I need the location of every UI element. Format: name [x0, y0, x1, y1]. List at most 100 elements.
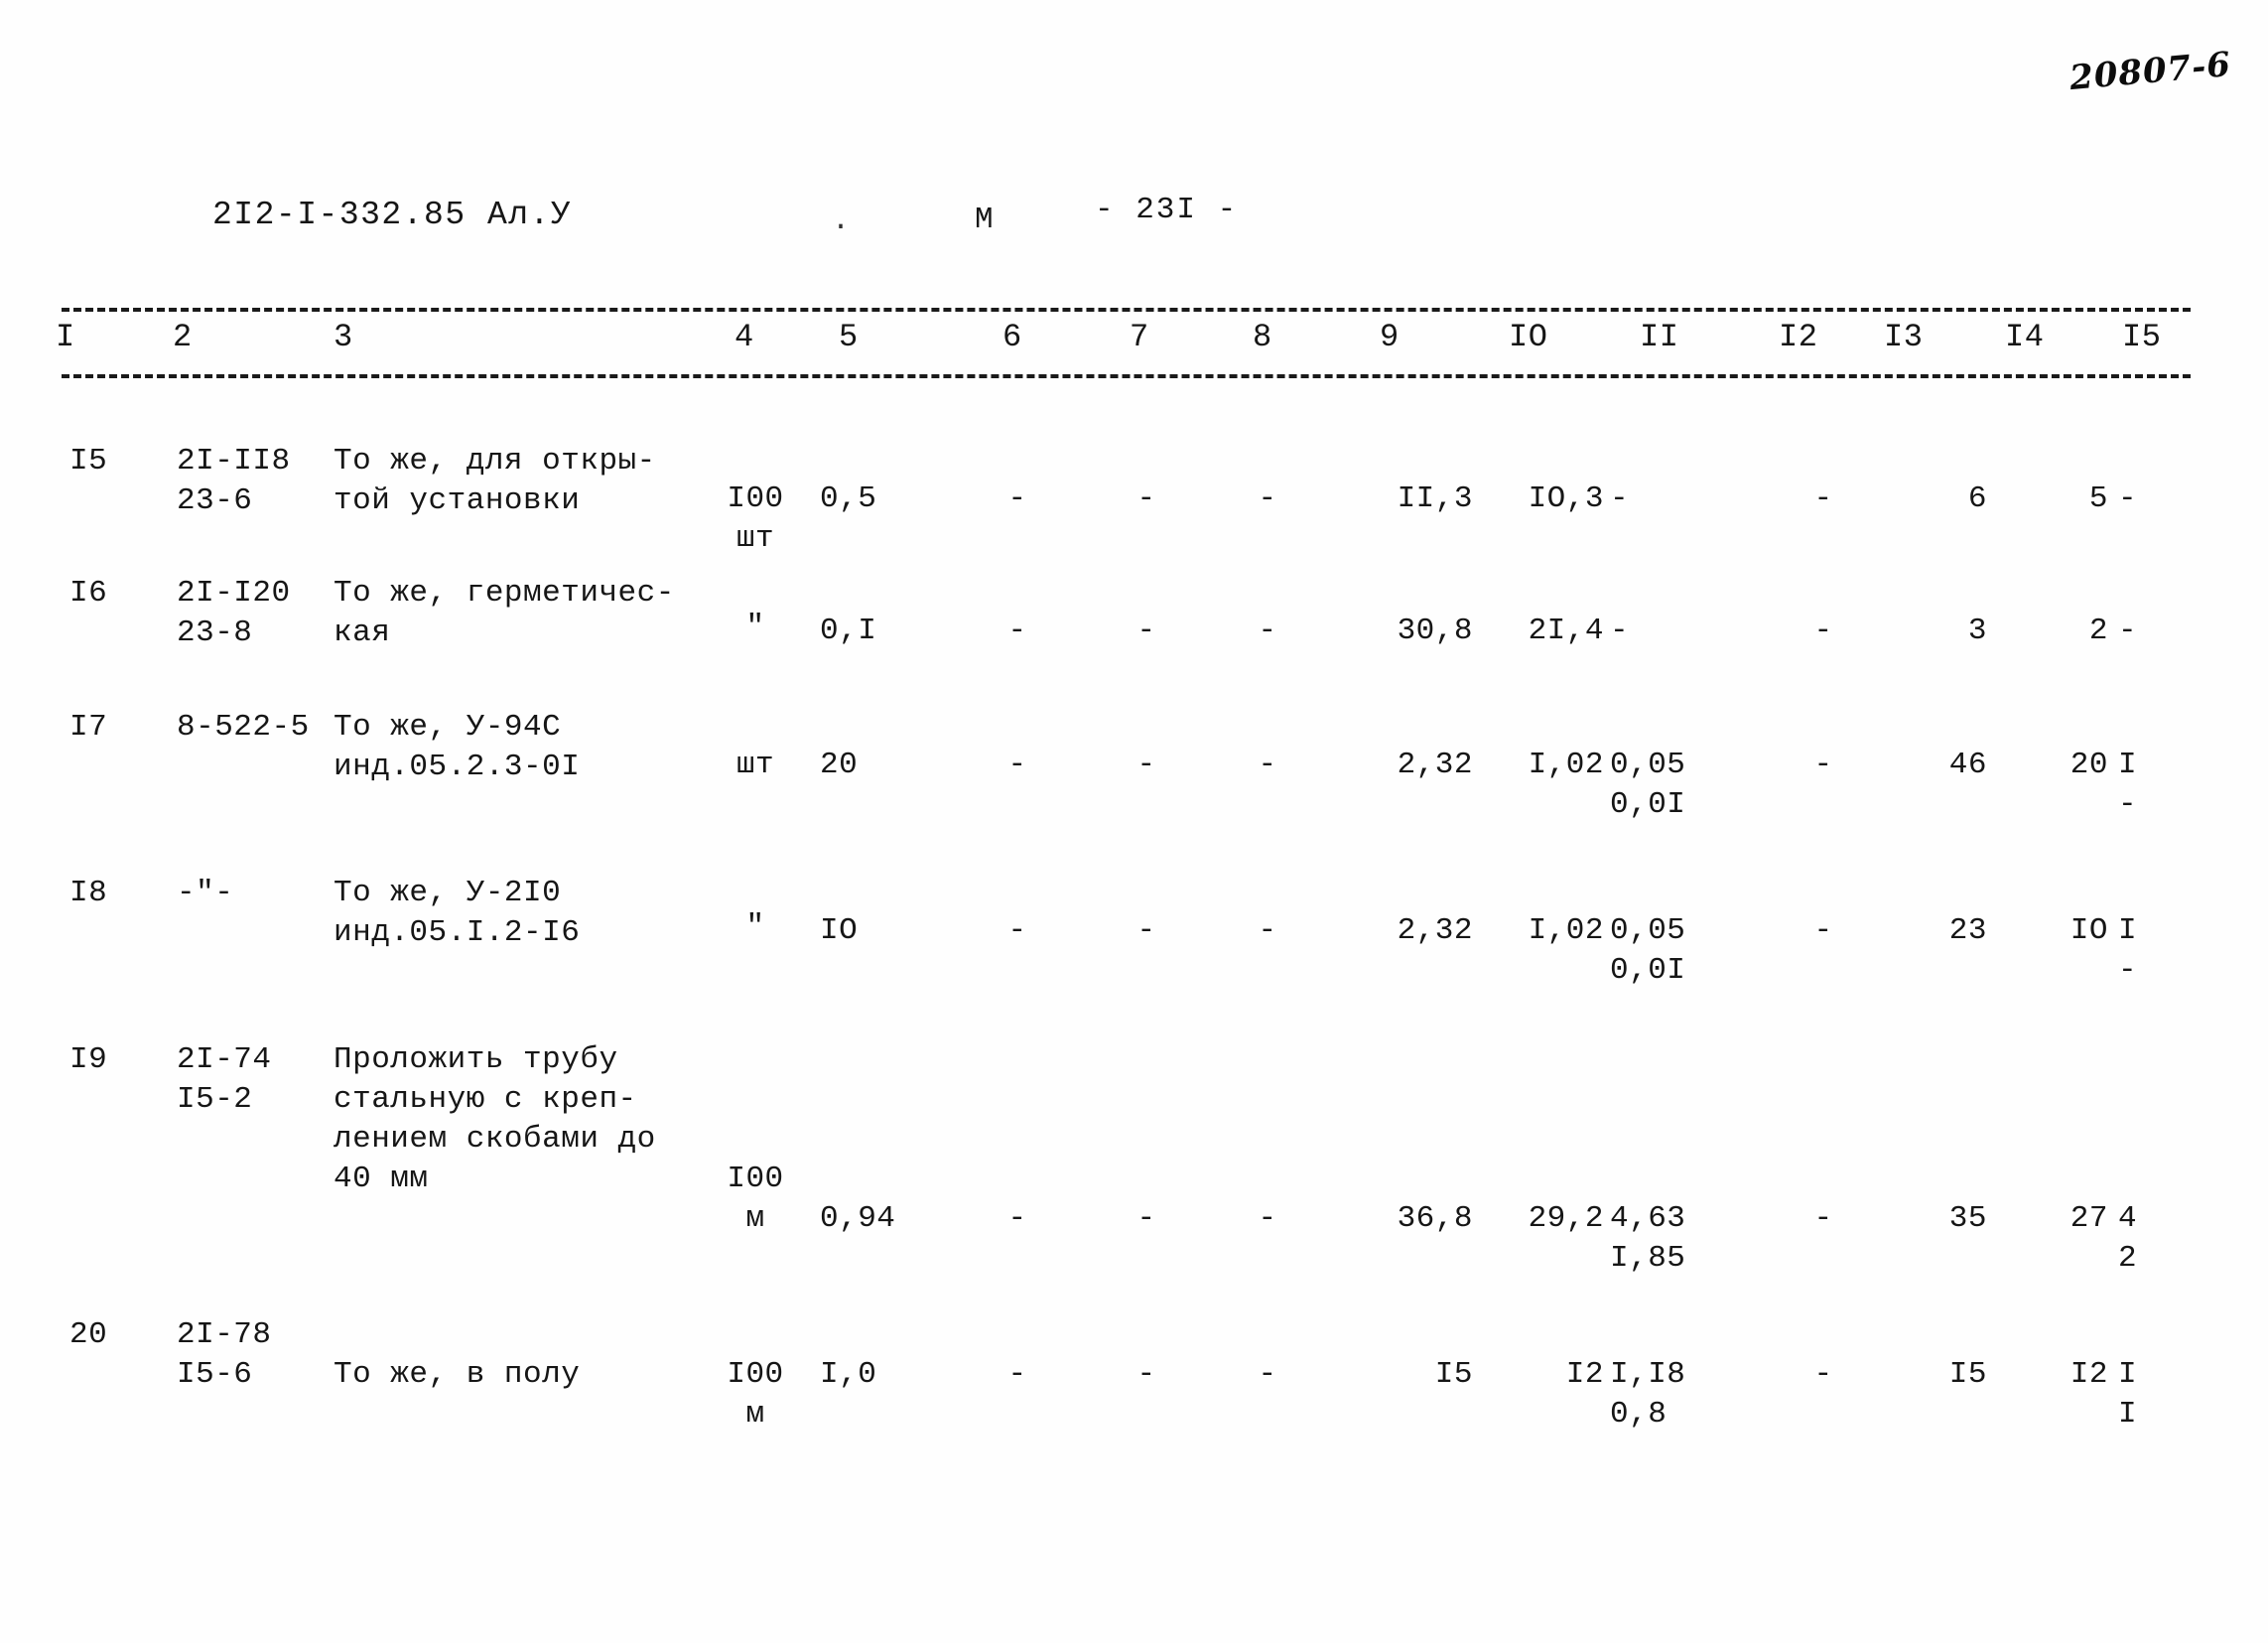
- row-value-7: -: [1136, 1357, 1156, 1392]
- column-header-14: I4: [2005, 319, 2045, 355]
- row-value-10: I,02: [1528, 748, 1604, 782]
- row-value-9: 2,32: [1397, 913, 1473, 948]
- row-value-14: I2: [2069, 1357, 2108, 1392]
- row-value-13: I5: [1948, 1357, 1987, 1392]
- row-value-9: I5: [1434, 1357, 1473, 1392]
- row-value-5: I,0: [820, 1357, 877, 1392]
- row-value-14: 27: [2069, 1201, 2108, 1236]
- row-value-5: IO: [820, 913, 859, 948]
- row-value-13: 46: [1948, 748, 1987, 782]
- row-position-number: 20: [69, 1317, 108, 1352]
- column-header-2: 2: [173, 319, 193, 355]
- row-value-5: 0,5: [820, 481, 877, 516]
- row-value-9: 2,32: [1397, 748, 1473, 782]
- row-value-12: -: [1813, 913, 1833, 948]
- row-value-6: -: [1007, 913, 1027, 948]
- row-description: То же, в полу: [334, 1357, 581, 1392]
- row-value-6: -: [1007, 1201, 1027, 1236]
- row-value-10: 2I,4: [1528, 614, 1604, 648]
- row-value-12: -: [1813, 1201, 1833, 1236]
- row-value-8: -: [1258, 1357, 1277, 1392]
- row-value-7: -: [1136, 481, 1156, 516]
- column-header-1: I: [56, 319, 75, 355]
- row-value-12: -: [1813, 1357, 1833, 1392]
- row-value-15: -: [2118, 481, 2138, 516]
- row-value-5: 20: [820, 748, 859, 782]
- row-position-number: I9: [69, 1042, 108, 1077]
- row-value-10: I2: [1565, 1357, 1604, 1392]
- row-unit: I00 шт: [727, 481, 784, 556]
- row-unit: шт: [735, 748, 775, 782]
- column-header-3: 3: [334, 319, 353, 355]
- row-value-8: -: [1258, 481, 1277, 516]
- row-value-9: II,3: [1397, 481, 1473, 516]
- row-unit: I00 м: [727, 1357, 784, 1432]
- row-value-11: 0,05 0,0I: [1610, 913, 1686, 988]
- column-header-6: 6: [1002, 319, 1022, 355]
- page-number-label: - 23I -: [1095, 193, 1239, 227]
- row-value-11: I,I8 0,8: [1610, 1357, 1686, 1432]
- row-value-6: -: [1007, 614, 1027, 648]
- row-value-8: -: [1258, 614, 1277, 648]
- row-unit: I00 м: [727, 1162, 784, 1236]
- column-header-13: I3: [1884, 319, 1924, 355]
- column-header-11: II: [1640, 319, 1679, 355]
- row-value-13: 23: [1948, 913, 1987, 948]
- row-description: То же, герметичес- кая: [334, 576, 675, 650]
- table-rule-bottom: [62, 374, 2191, 378]
- document-header: 2I2-I-332.85 Ал.У . М - 23I -: [0, 193, 2268, 242]
- column-header-5: 5: [839, 319, 859, 355]
- row-description: То же, для откры- той установки: [334, 444, 656, 518]
- table-rule-top: [62, 308, 2191, 312]
- row-value-10: 29,2: [1528, 1201, 1604, 1236]
- row-value-7: -: [1136, 913, 1156, 948]
- row-value-7: -: [1136, 614, 1156, 648]
- row-value-14: 2: [2088, 614, 2108, 648]
- row-position-number: I7: [69, 710, 108, 745]
- row-value-12: -: [1813, 481, 1833, 516]
- row-value-14: IO: [2069, 913, 2108, 948]
- row-position-number: I6: [69, 576, 108, 611]
- row-value-14: 5: [2088, 481, 2108, 516]
- row-value-8: -: [1258, 748, 1277, 782]
- column-header-9: 9: [1380, 319, 1400, 355]
- row-unit: ": [745, 909, 765, 944]
- row-value-11: -: [1610, 614, 1630, 648]
- row-value-7: -: [1136, 1201, 1156, 1236]
- row-value-15: 4 2: [2118, 1201, 2138, 1276]
- row-value-15: I -: [2118, 748, 2138, 822]
- row-value-9: 36,8: [1397, 1201, 1473, 1236]
- row-value-12: -: [1813, 748, 1833, 782]
- row-position-number: I5: [69, 444, 108, 479]
- column-header-12: I2: [1779, 319, 1818, 355]
- row-value-15: -: [2118, 614, 2138, 648]
- row-value-5: 0,94: [820, 1201, 896, 1236]
- column-header-15: I5: [2122, 319, 2162, 355]
- row-value-12: -: [1813, 614, 1833, 648]
- column-header-8: 8: [1253, 319, 1272, 355]
- row-description: Проложить трубу стальную с креп- лением …: [334, 1042, 656, 1196]
- row-value-13: 3: [1967, 614, 1987, 648]
- row-value-10: IO,3: [1528, 481, 1604, 516]
- row-value-11: 0,05 0,0I: [1610, 748, 1686, 822]
- column-header-4: 4: [734, 319, 754, 355]
- archive-number-handwritten: 20807-6: [2068, 44, 2233, 99]
- row-value-10: I,02: [1528, 913, 1604, 948]
- row-value-8: -: [1258, 913, 1277, 948]
- row-value-13: 35: [1948, 1201, 1987, 1236]
- row-value-11: -: [1610, 481, 1630, 516]
- row-position-number: I8: [69, 876, 108, 910]
- scanned-page: 20807-6 2I2-I-332.85 Ал.У . М - 23I - I …: [0, 0, 2268, 1643]
- column-header-10: IO: [1509, 319, 1548, 355]
- row-value-7: -: [1136, 748, 1156, 782]
- row-value-6: -: [1007, 748, 1027, 782]
- row-description: То же, У-2I0 инд.05.I.2-I6: [334, 876, 581, 950]
- row-value-15: I -: [2118, 913, 2138, 988]
- row-value-9: 30,8: [1397, 614, 1473, 648]
- row-value-5: 0,I: [820, 614, 877, 648]
- stray-dot-mark: .: [832, 205, 851, 238]
- row-value-14: 20: [2069, 748, 2108, 782]
- row-value-8: -: [1258, 1201, 1277, 1236]
- row-description: То же, У-94С инд.05.2.3-0I: [334, 710, 581, 784]
- column-header-7: 7: [1130, 319, 1149, 355]
